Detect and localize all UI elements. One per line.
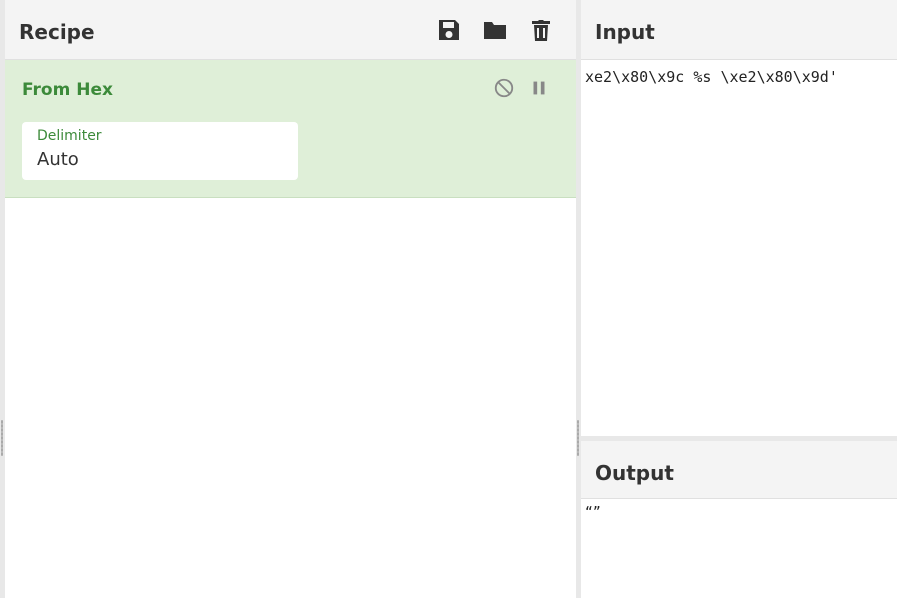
grip-dots [1, 420, 3, 456]
breakpoint-button[interactable] [527, 76, 551, 100]
output-header: Output [581, 441, 897, 499]
input-title: Input [595, 20, 655, 44]
delimiter-label: Delimiter [37, 128, 102, 144]
recipe-header: Recipe [5, 0, 576, 60]
save-icon [439, 20, 459, 40]
folder-icon [484, 22, 506, 39]
operation-name: From Hex [22, 80, 113, 100]
output-text[interactable]: “” [585, 505, 601, 520]
output-pane: Output “” [581, 441, 897, 598]
output-title: Output [595, 461, 674, 485]
input-pane: Input xe2\x80\x9c %s \xe2\x80\x9d' [581, 0, 897, 436]
pause-icon [533, 81, 545, 95]
disable-operation-button[interactable] [492, 76, 516, 100]
recipe-title: Recipe [19, 20, 95, 44]
input-header: Input [581, 0, 897, 60]
trash-icon [532, 20, 550, 41]
delimiter-select[interactable]: Delimiter Auto [22, 122, 298, 180]
save-recipe-button[interactable] [433, 14, 465, 46]
clear-recipe-button[interactable] [525, 14, 557, 46]
disable-icon [494, 78, 514, 98]
recipe-pane: Recipe From Hex Delimiter Auto [5, 0, 576, 598]
grip-dots [577, 420, 579, 456]
operation-from-hex[interactable]: From Hex Delimiter Auto [5, 60, 576, 198]
load-recipe-button[interactable] [479, 14, 511, 46]
input-textarea[interactable]: xe2\x80\x9c %s \xe2\x80\x9d' [585, 68, 838, 86]
delimiter-value: Auto [37, 149, 79, 170]
